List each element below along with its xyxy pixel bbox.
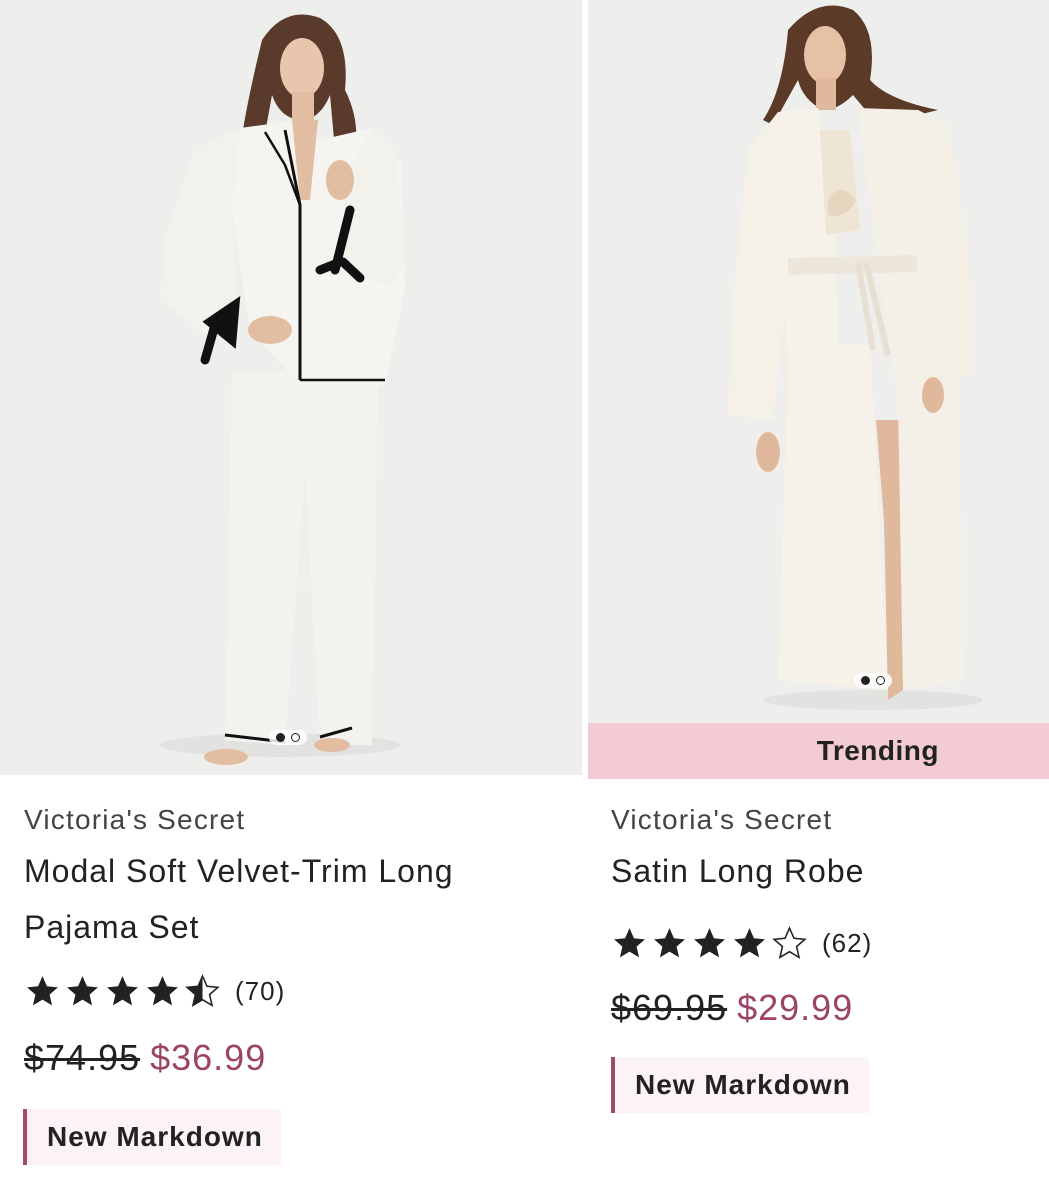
product-title[interactable]: Satin Long Robe <box>611 843 1049 899</box>
rating-stars <box>24 973 221 1010</box>
price-row: $69.95 $29.99 <box>611 985 1049 1031</box>
product-title[interactable]: Modal Soft Velvet-Trim Long Pajama Set <box>24 843 582 955</box>
product-card[interactable]: Trending Victoria's Secret Satin Long Ro… <box>588 0 1049 1113</box>
model-pajama-image <box>0 0 582 775</box>
star-half-icon <box>185 973 220 1007</box>
original-price: $69.95 <box>611 987 728 1028</box>
product-rating[interactable]: (70) <box>24 967 582 1015</box>
carousel-dot-active[interactable] <box>276 733 285 742</box>
star-filled-icon <box>734 927 765 957</box>
star-filled-icon <box>614 927 645 957</box>
sale-price: $29.99 <box>737 987 854 1028</box>
star-filled-icon <box>147 975 178 1005</box>
carousel-dot[interactable] <box>876 676 885 685</box>
carousel-dot-active[interactable] <box>861 676 870 685</box>
product-rating[interactable]: (62) <box>611 919 1049 967</box>
product-title-line: Pajama Set <box>24 909 200 945</box>
star-filled-icon <box>654 927 685 957</box>
model-robe-image <box>588 0 1049 723</box>
product-brand: Victoria's Secret <box>24 804 246 835</box>
star-outline-icon <box>772 925 807 959</box>
carousel-dots[interactable] <box>854 673 892 688</box>
original-price: $74.95 <box>24 1037 141 1078</box>
new-markdown-tag: New Markdown <box>23 1109 281 1165</box>
star-filled-icon <box>107 975 138 1005</box>
product-title-line: Modal Soft Velvet-Trim Long <box>24 853 454 889</box>
price-row: $74.95 $36.99 <box>24 1035 582 1081</box>
review-count[interactable]: (70) <box>235 976 285 1007</box>
star-filled-icon <box>694 927 725 957</box>
review-count[interactable]: (62) <box>822 928 872 959</box>
carousel-dots[interactable] <box>269 730 307 745</box>
product-title-line: Satin Long Robe <box>611 853 865 889</box>
new-markdown-tag: New Markdown <box>611 1057 869 1113</box>
carousel-dot[interactable] <box>291 733 300 742</box>
trending-badge: Trending <box>588 723 1049 779</box>
product-brand: Victoria's Secret <box>611 804 833 835</box>
rating-stars <box>611 925 808 962</box>
sale-price: $36.99 <box>150 1037 267 1078</box>
product-image[interactable] <box>0 0 582 775</box>
product-card[interactable]: Victoria's Secret Modal Soft Velvet-Trim… <box>0 0 582 1165</box>
product-image[interactable] <box>588 0 1049 723</box>
star-filled-icon <box>27 975 58 1005</box>
star-filled-icon <box>67 975 98 1005</box>
